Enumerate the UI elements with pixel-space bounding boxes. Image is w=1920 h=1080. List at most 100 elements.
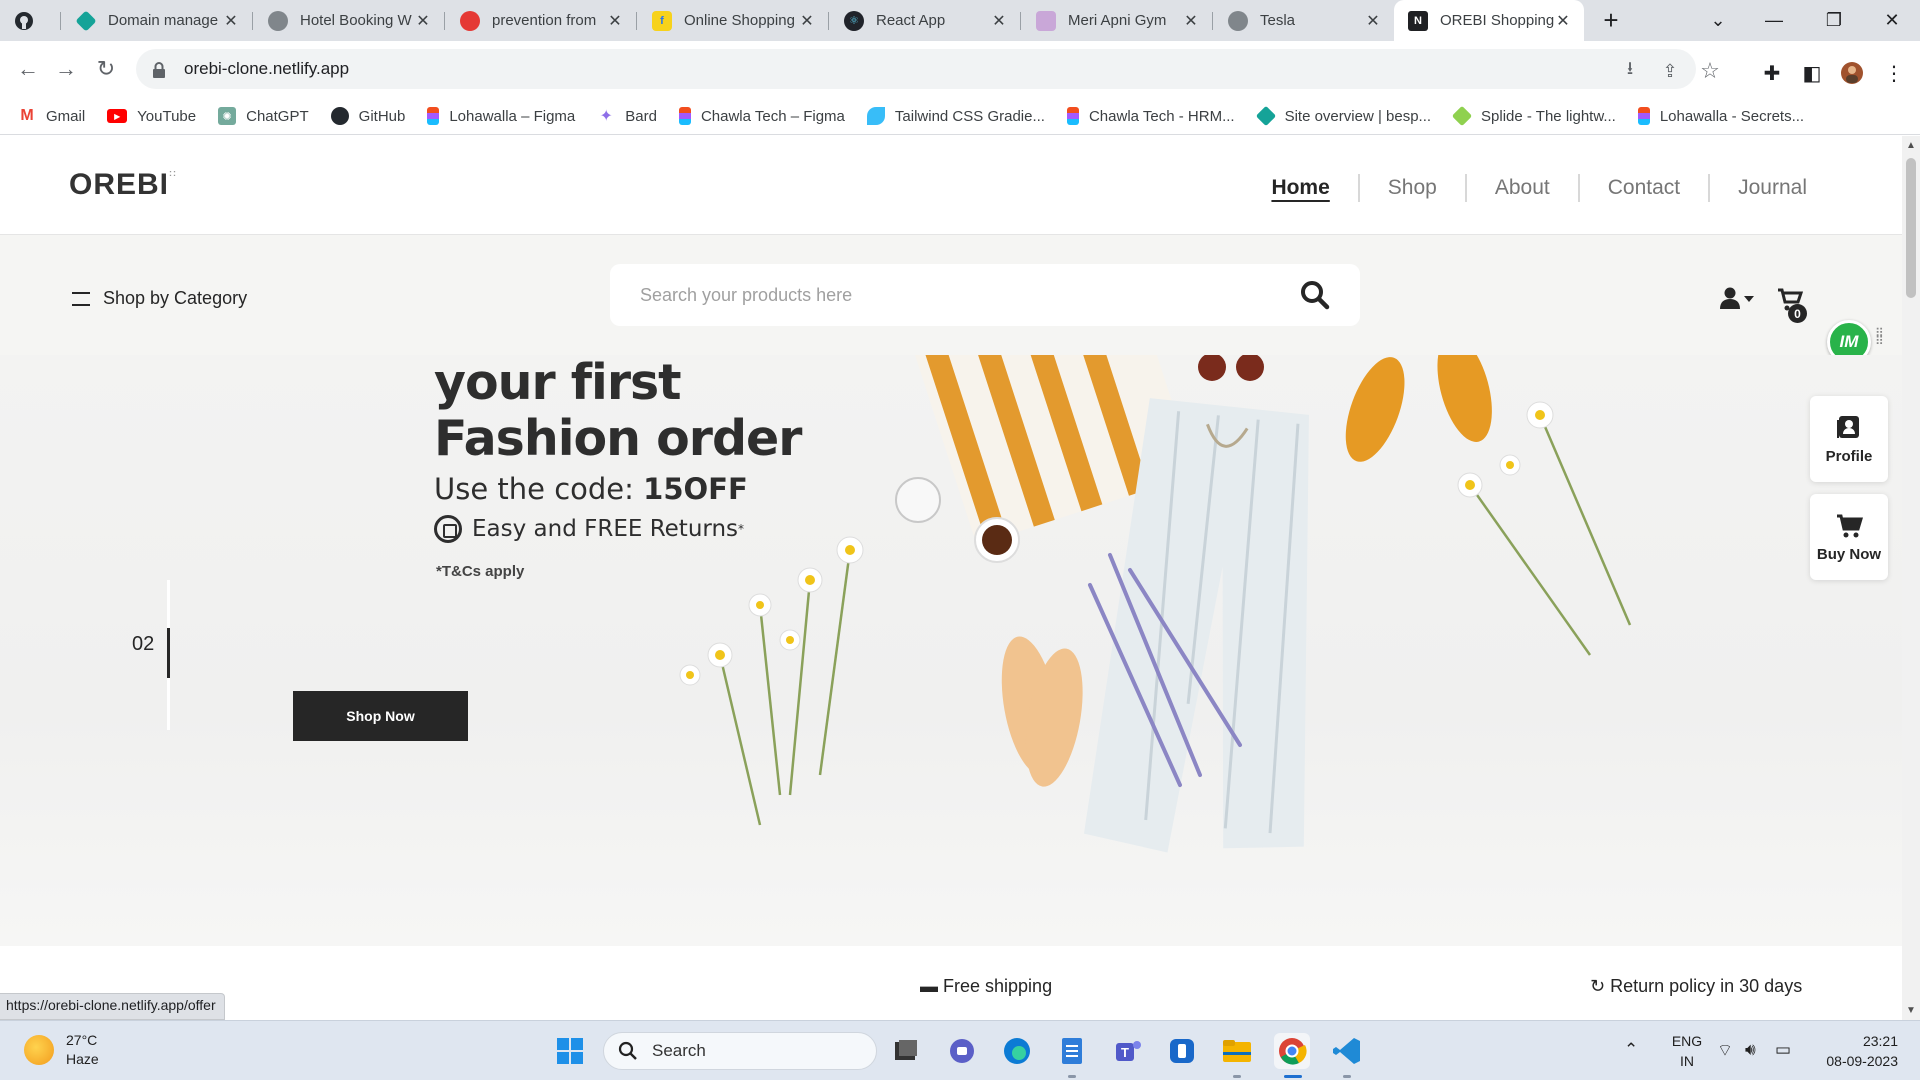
tab-hotel-booking[interactable]: Hotel Booking W ✕ <box>254 0 444 41</box>
bookmark-gmail[interactable]: M Gmail <box>18 107 85 125</box>
clock-time: 23:21 <box>1862 1033 1898 1049</box>
weather-widget[interactable]: 27°C Haze <box>24 1031 99 1069</box>
close-icon[interactable]: ✕ <box>1182 12 1200 30</box>
task-view-icon[interactable] <box>888 1033 924 1069</box>
bookmark-lohawalla-figma[interactable]: Lohawalla – Figma <box>427 107 575 125</box>
install-icon[interactable]: ⭳ <box>1616 57 1644 85</box>
tab-search-button[interactable]: ⌄ <box>1690 0 1746 41</box>
avatar[interactable] <box>1838 59 1866 87</box>
site-logo[interactable]: OREBI:: <box>69 168 177 202</box>
address-bar[interactable]: orebi-clone.netlify.app ⭳ ⇪ ☆ <box>136 49 1720 89</box>
main-nav: Home Shop About Contact Journal <box>1243 174 1807 202</box>
new-tab-button[interactable]: + <box>1584 0 1638 41</box>
slider-indicator-active[interactable] <box>167 628 170 678</box>
page-scrollbar[interactable]: ▲ ▼ <box>1902 136 1920 1020</box>
reload-button[interactable]: ↻ <box>88 51 124 87</box>
react-icon: ⚛ <box>844 10 864 31</box>
svg-text:T: T <box>1121 1045 1129 1060</box>
start-button[interactable] <box>552 1033 588 1069</box>
minimize-button[interactable]: — <box>1746 0 1802 41</box>
language-indicator[interactable]: ENG IN <box>1667 1031 1707 1071</box>
tab-orebi-shopping[interactable]: N OREBI Shopping ✕ <box>1394 0 1584 41</box>
close-icon[interactable]: ✕ <box>414 12 432 30</box>
notepad-icon[interactable] <box>1054 1033 1090 1069</box>
close-window-button[interactable]: ✕ <box>1864 0 1920 41</box>
bookmark-label: ChatGPT <box>246 107 309 125</box>
tab-meri-apni-gym[interactable]: Meri Apni Gym ✕ <box>1022 0 1212 41</box>
active-indicator <box>1284 1075 1302 1078</box>
bookmark-label: Chawla Tech – Figma <box>700 107 845 125</box>
taskbar-search-label: Search <box>652 1041 706 1060</box>
chrome-icon[interactable] <box>1274 1033 1310 1069</box>
bookmark-github[interactable]: GitHub <box>330 107 405 125</box>
close-icon[interactable]: ✕ <box>222 12 240 30</box>
chevron-up-icon[interactable]: ⌃ <box>1624 1040 1638 1060</box>
shop-by-category-button[interactable]: Shop by Category <box>72 288 247 309</box>
vscode-icon[interactable] <box>1329 1033 1365 1069</box>
close-icon[interactable]: ✕ <box>990 12 1008 30</box>
authenticator-icon[interactable] <box>1164 1033 1200 1069</box>
bookmark-splide[interactable]: Splide - The lightw... <box>1451 105 1616 127</box>
close-icon[interactable]: ✕ <box>1554 12 1572 30</box>
teams-chat-icon[interactable] <box>944 1033 980 1069</box>
browser-menu-icon[interactable]: ⋮ <box>1880 59 1908 87</box>
drag-handle-icon[interactable]: ⠿ ⠿ <box>1875 327 1884 355</box>
bookmark-site-overview[interactable]: Site overview | besp... <box>1255 105 1431 127</box>
close-icon[interactable]: ✕ <box>606 12 624 30</box>
search-icon[interactable] <box>1300 280 1330 310</box>
scroll-down-arrow[interactable]: ▼ <box>1906 1005 1916 1016</box>
tailwind-icon <box>866 107 885 125</box>
windows-taskbar: 27°C Haze Search T ⌃ ENG IN ⌔ 🔊︎ ▭ 23:21… <box>0 1020 1920 1080</box>
language-code: ENG <box>1671 1033 1703 1049</box>
share-icon[interactable]: ⇪ <box>1656 57 1684 85</box>
wifi-icon[interactable]: ⌔ <box>1717 1040 1733 1061</box>
close-icon[interactable]: ✕ <box>798 12 816 30</box>
extensions-icon[interactable]: ✚ <box>1758 59 1786 87</box>
nav-home[interactable]: Home <box>1243 174 1360 202</box>
profile-widget-label: Profile <box>1825 447 1873 465</box>
side-panel-icon[interactable]: ◧ <box>1798 59 1826 87</box>
weather-sun-icon <box>24 1035 54 1065</box>
user-menu-button[interactable] <box>1720 287 1756 311</box>
tab-domain-manage[interactable]: Domain manage ✕ <box>62 0 252 41</box>
bookmark-chawla-hrm[interactable]: Chawla Tech - HRM... <box>1066 107 1235 125</box>
bookmark-chatgpt[interactable]: ✺ ChatGPT <box>218 107 309 125</box>
tab-online-shopping[interactable]: f Online Shopping ✕ <box>638 0 828 41</box>
bookmarks-bar: M Gmail ▶ YouTube ✺ ChatGPT GitHub Lohawall… <box>0 98 1920 135</box>
shop-now-button[interactable]: Shop Now <box>293 691 468 741</box>
battery-icon[interactable]: ▭ <box>1775 1040 1791 1060</box>
volume-icon[interactable]: 🔊︎ <box>1745 1040 1756 1060</box>
profile-widget[interactable]: Profile <box>1810 396 1888 482</box>
scroll-up-arrow[interactable]: ▲ <box>1906 140 1916 151</box>
tab-prevention[interactable]: prevention from ✕ <box>446 0 636 41</box>
file-explorer-icon[interactable] <box>1219 1033 1255 1069</box>
bookmark-youtube[interactable]: ▶ YouTube <box>107 108 196 125</box>
windows-icon <box>557 1038 583 1064</box>
bookmark-tailwind[interactable]: Tailwind CSS Gradie... <box>866 107 1045 125</box>
nav-shop[interactable]: Shop <box>1360 174 1467 202</box>
tab-tesla[interactable]: Tesla ✕ <box>1214 0 1394 41</box>
back-button[interactable]: ← <box>10 51 46 87</box>
bookmark-star-icon[interactable]: ☆ <box>1696 57 1724 85</box>
bookmark-lohawalla-secrets[interactable]: Lohawalla - Secrets... <box>1637 107 1804 125</box>
nav-journal[interactable]: Journal <box>1710 174 1807 202</box>
bookmark-bard[interactable]: ✦ Bard <box>597 107 657 126</box>
bookmark-chawla-figma[interactable]: Chawla Tech – Figma <box>678 107 845 125</box>
tab-github[interactable] <box>0 0 60 41</box>
tab-react-app[interactable]: ⚛ React App ✕ <box>830 0 1020 41</box>
search-input[interactable] <box>640 284 1300 306</box>
edge-icon[interactable] <box>999 1033 1035 1069</box>
close-icon[interactable]: ✕ <box>1364 12 1382 30</box>
clock[interactable]: 23:21 08-09-2023 <box>1818 1031 1898 1071</box>
scrollbar-thumb[interactable] <box>1906 158 1916 298</box>
nav-contact[interactable]: Contact <box>1580 174 1711 202</box>
globe-icon <box>1228 10 1248 31</box>
nav-about[interactable]: About <box>1467 174 1580 202</box>
restore-button[interactable]: ❐ <box>1806 0 1862 41</box>
forward-button[interactable]: → <box>48 51 84 87</box>
teams-icon[interactable]: T <box>1109 1033 1145 1069</box>
taskbar-search[interactable]: Search <box>603 1032 877 1070</box>
category-label: Shop by Category <box>103 288 248 308</box>
buy-now-widget[interactable]: Buy Now <box>1810 494 1888 580</box>
bookmark-label: Lohawalla – Figma <box>449 107 576 125</box>
